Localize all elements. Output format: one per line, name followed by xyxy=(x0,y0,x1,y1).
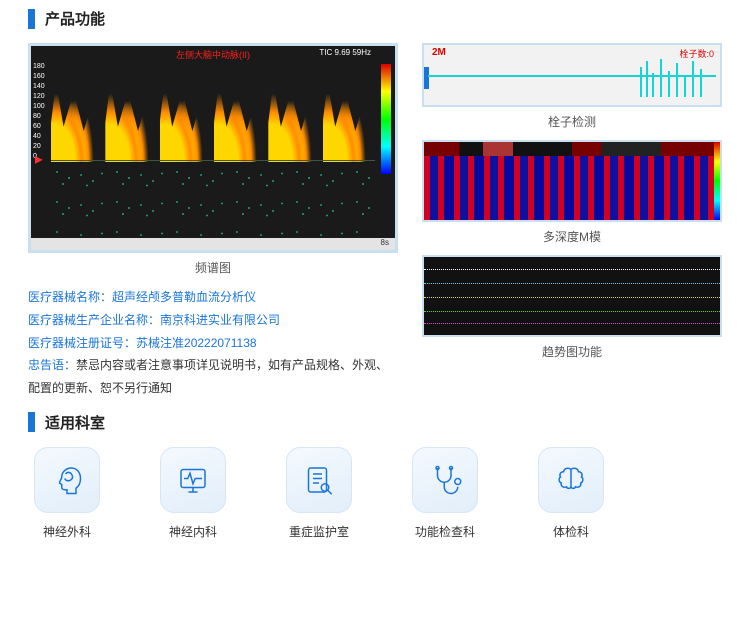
emboli-image: 2M 栓子数:0 xyxy=(422,43,722,107)
spectrum-noise xyxy=(51,166,373,236)
dept-item: 体检科 xyxy=(532,447,610,540)
info-line-2: 医疗器械生产企业名称：南京科进实业有限公司 xyxy=(28,309,398,332)
figure-trend: 趋势图功能 xyxy=(422,255,722,360)
spectrum-footer-right: 8s xyxy=(381,238,389,247)
dept-label: 功能检查科 xyxy=(406,523,484,540)
dept-item: 重症监护室 xyxy=(280,447,358,540)
section-title-features: 产品功能 xyxy=(45,8,105,29)
dept-label: 神经内科 xyxy=(154,523,232,540)
brain-head-icon xyxy=(34,447,100,513)
caption-mmode: 多深度M模 xyxy=(422,228,722,245)
dept-item: 功能检查科 xyxy=(406,447,484,540)
features-row: 左侧大脑中动脉(II) TIC 9.69 59Hz 18016014012010… xyxy=(28,43,722,400)
emboli-left-label: 2M xyxy=(432,47,446,58)
caption-spectrum: 频谱图 xyxy=(28,259,398,276)
device-info-block: 医疗器械名称：超声经颅多普勒血流分析仪 医疗器械生产企业名称：南京科进实业有限公… xyxy=(28,286,398,400)
ecg-monitor-icon xyxy=(160,447,226,513)
dept-label: 重症监护室 xyxy=(280,523,358,540)
colorbar xyxy=(381,64,391,174)
spectrum-footer: 8s xyxy=(31,238,395,250)
emboli-marker xyxy=(424,67,429,89)
figure-spectrum: 左侧大脑中动脉(II) TIC 9.69 59Hz 18016014012010… xyxy=(28,43,398,276)
departments-row: 神经外科 神经内科 重症监护室 xyxy=(28,447,722,540)
accent-bar xyxy=(28,9,35,29)
caption-trend: 趋势图功能 xyxy=(422,343,722,360)
spectrum-waves xyxy=(51,74,373,162)
figure-mmode: 多深度M模 xyxy=(422,140,722,245)
accent-bar xyxy=(28,412,35,432)
info-line-4: 忠告语：禁忌内容或者注意事项详见说明书，如有产品规格、外观、配置的更新、恕不另行… xyxy=(28,354,398,400)
dept-label: 体检科 xyxy=(532,523,610,540)
caption-emboli: 栓子检测 xyxy=(422,113,722,130)
section-title-departments: 适用科室 xyxy=(45,412,105,433)
spectrum-y-axis: 180160140120100806040200 xyxy=(33,62,45,162)
stethoscope-icon xyxy=(412,447,478,513)
brain-icon xyxy=(538,447,604,513)
figure-emboli: 2M 栓子数:0 栓子检测 xyxy=(422,43,722,130)
trend-image xyxy=(422,255,722,337)
dept-item: 神经外科 xyxy=(28,447,106,540)
info-line-1: 医疗器械名称：超声经颅多普勒血流分析仪 xyxy=(28,286,398,309)
spectrum-image: 左侧大脑中动脉(II) TIC 9.69 59Hz 18016014012010… xyxy=(28,43,398,253)
arrow-icon: ▶ xyxy=(35,155,43,166)
spectrum-inner-title: 左侧大脑中动脉(II) xyxy=(176,48,250,61)
spectrum-right-label: TIC 9.69 59Hz xyxy=(319,48,371,57)
clipboard-search-icon xyxy=(286,447,352,513)
section-header-departments: 适用科室 xyxy=(28,412,722,433)
dept-item: 神经内科 xyxy=(154,447,232,540)
info-line-3: 医疗器械注册证号：苏械注准20222071138 xyxy=(28,332,398,355)
dept-label: 神经外科 xyxy=(28,523,106,540)
emboli-spikes xyxy=(638,57,710,97)
section-header-features: 产品功能 xyxy=(28,8,722,29)
mmode-image xyxy=(422,140,722,222)
spectrum-baseline xyxy=(51,160,375,161)
